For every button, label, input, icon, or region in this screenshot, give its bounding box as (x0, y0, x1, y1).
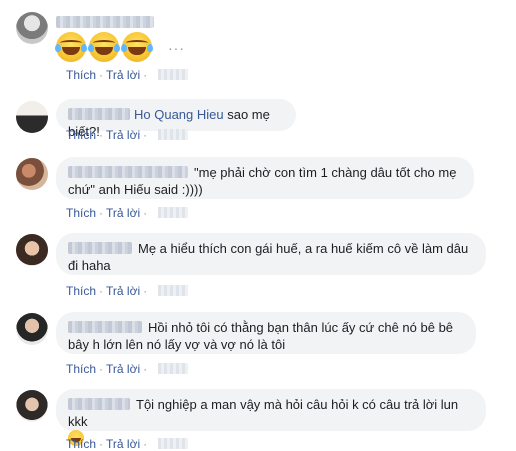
commenter-name[interactable] (68, 321, 142, 333)
more-options-icon[interactable]: ··· (168, 40, 185, 56)
like-link[interactable]: Thích (66, 68, 96, 82)
timestamp[interactable] (158, 69, 189, 80)
reply-link[interactable]: Trả lời (106, 128, 140, 142)
timestamp[interactable] (158, 285, 189, 296)
reply-link[interactable]: Trả lời (106, 68, 140, 82)
like-link[interactable]: Thích (66, 362, 96, 376)
grinning-tears-emoji (121, 32, 153, 62)
mention-link[interactable]: Ho Quang Hieu (134, 107, 224, 122)
reply-link[interactable]: Trả lời (106, 206, 140, 220)
avatar[interactable] (16, 12, 48, 44)
reply-link[interactable]: Trả lời (106, 362, 140, 376)
comment-actions: Thích · Trả lời · (66, 68, 189, 82)
comment-bubble: Tội nghiệp a man vậy mà hỏi câu hỏi k có… (56, 389, 486, 446)
commenter-name[interactable] (56, 14, 154, 32)
grinning-tears-emoji (88, 32, 120, 62)
like-link[interactable]: Thích (66, 128, 96, 142)
like-link[interactable]: Thích (66, 437, 96, 451)
comment-actions: Thích · Trả lời · (66, 437, 189, 451)
comment-actions: Thích · Trả lời · (66, 284, 189, 298)
reply-link[interactable]: Trả lời (106, 437, 140, 451)
like-link[interactable]: Thích (66, 206, 96, 220)
timestamp[interactable] (158, 438, 189, 449)
timestamp[interactable] (158, 207, 189, 218)
comment-bubble: Mẹ a hiểu thích con gái huế, a ra huế ki… (56, 233, 486, 275)
like-link[interactable]: Thích (66, 284, 96, 298)
avatar[interactable] (16, 390, 48, 422)
avatar[interactable] (16, 313, 48, 345)
avatar[interactable] (16, 158, 48, 190)
reply-link[interactable]: Trả lời (106, 284, 140, 298)
commenter-name[interactable] (68, 108, 130, 120)
commenter-name[interactable] (68, 242, 132, 254)
comment-actions: Thích · Trả lời · (66, 362, 189, 376)
comment-bubble: Ho Quang Hieu sao mẹ biết?! (56, 99, 296, 139)
commenter-name[interactable] (68, 166, 188, 178)
comment-actions: Thích · Trả lời · (66, 206, 189, 220)
grinning-tears-emoji (55, 32, 87, 62)
timestamp[interactable] (158, 129, 189, 140)
comment-bubble: "mẹ phải chờ con tìm 1 chàng dâu tốt cho… (56, 157, 474, 199)
avatar[interactable] (16, 101, 48, 133)
timestamp[interactable] (158, 363, 189, 374)
emoji-row (55, 32, 155, 62)
commenter-name[interactable] (68, 398, 130, 410)
comment-actions: Thích · Trả lời · (66, 128, 189, 142)
avatar[interactable] (16, 234, 48, 266)
comment-bubble: Hồi nhỏ tôi có thằng bạn thân lúc ấy cứ … (56, 312, 476, 354)
